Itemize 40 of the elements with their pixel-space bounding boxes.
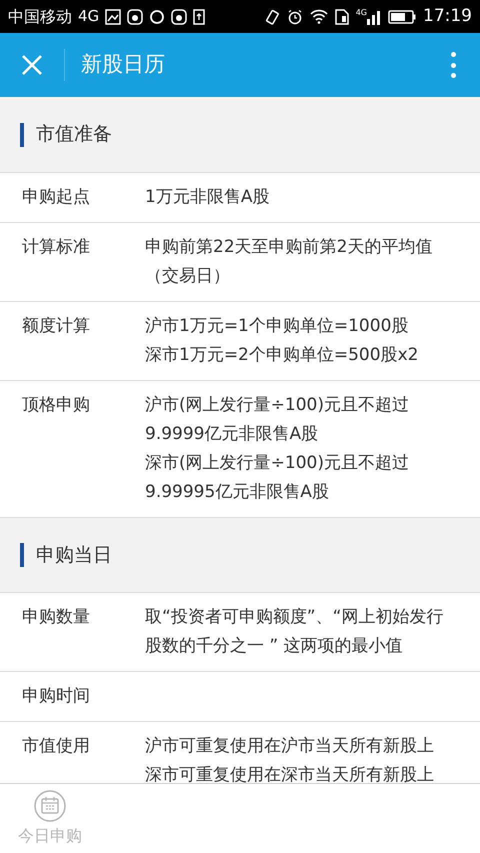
row-value: 9.99995亿元非限售A股	[145, 481, 330, 504]
signal-icon	[367, 8, 381, 24]
section-title: 申购当日	[36, 542, 112, 568]
row-value: 沪市1万元=1个申购单位=1000股	[145, 315, 410, 338]
row-value: 9.9999亿元非限售A股	[145, 423, 320, 446]
app-icon	[171, 8, 188, 24]
row-value: 深市1万元=2个申购单位=500股x2	[145, 344, 418, 367]
row-value: 取“投资者可申购额度”、“网上初始发行	[145, 606, 444, 629]
row-value: （交易日）	[145, 265, 231, 288]
carrier-name: 中国移动	[8, 6, 72, 28]
row-label: 计算标准	[22, 236, 91, 259]
tab-item[interactable]: 今日申购	[0, 784, 100, 853]
clock-time: 17:19	[423, 4, 472, 28]
network-type: 4G	[78, 6, 100, 28]
row-value: 1万元非限售A股	[145, 186, 270, 209]
row-label: 市值使用	[22, 735, 91, 758]
wifi-icon	[310, 9, 328, 24]
row-label: 申购数量	[22, 606, 91, 629]
page-title: 新股日历	[81, 51, 166, 78]
alarm-icon	[286, 8, 303, 24]
sim-icon	[334, 8, 349, 24]
row-label: 顶格申购	[22, 394, 91, 417]
section-title: 市值准备	[36, 122, 112, 148]
close-icon	[21, 54, 43, 76]
row-label: 申购起点	[22, 186, 91, 209]
image-icon	[105, 8, 122, 24]
row-value: 申购前第22天至申购前第2天的平均值	[145, 236, 432, 259]
calendar-icon	[34, 790, 66, 822]
signal-label: 4G	[356, 8, 367, 16]
row-value: 沪市可重复使用在沪市当天所有新股上	[145, 735, 434, 758]
row-label: 申购时间	[22, 685, 91, 708]
row-value: 股数的千分之一 ” 这两项的最小值	[145, 635, 404, 658]
upload-icon	[193, 8, 206, 24]
row-value: 沪市(网上发行量÷100)元且不超过	[145, 394, 409, 417]
app-icon	[127, 8, 144, 24]
row-value: 深市(网上发行量÷100)元且不超过	[145, 452, 409, 475]
row-label: 额度计算	[22, 315, 91, 338]
battery-icon	[388, 10, 416, 24]
row-value: 深市可重复使用在深市当天所有新股上	[145, 764, 434, 783]
vibrate-icon	[264, 8, 280, 24]
